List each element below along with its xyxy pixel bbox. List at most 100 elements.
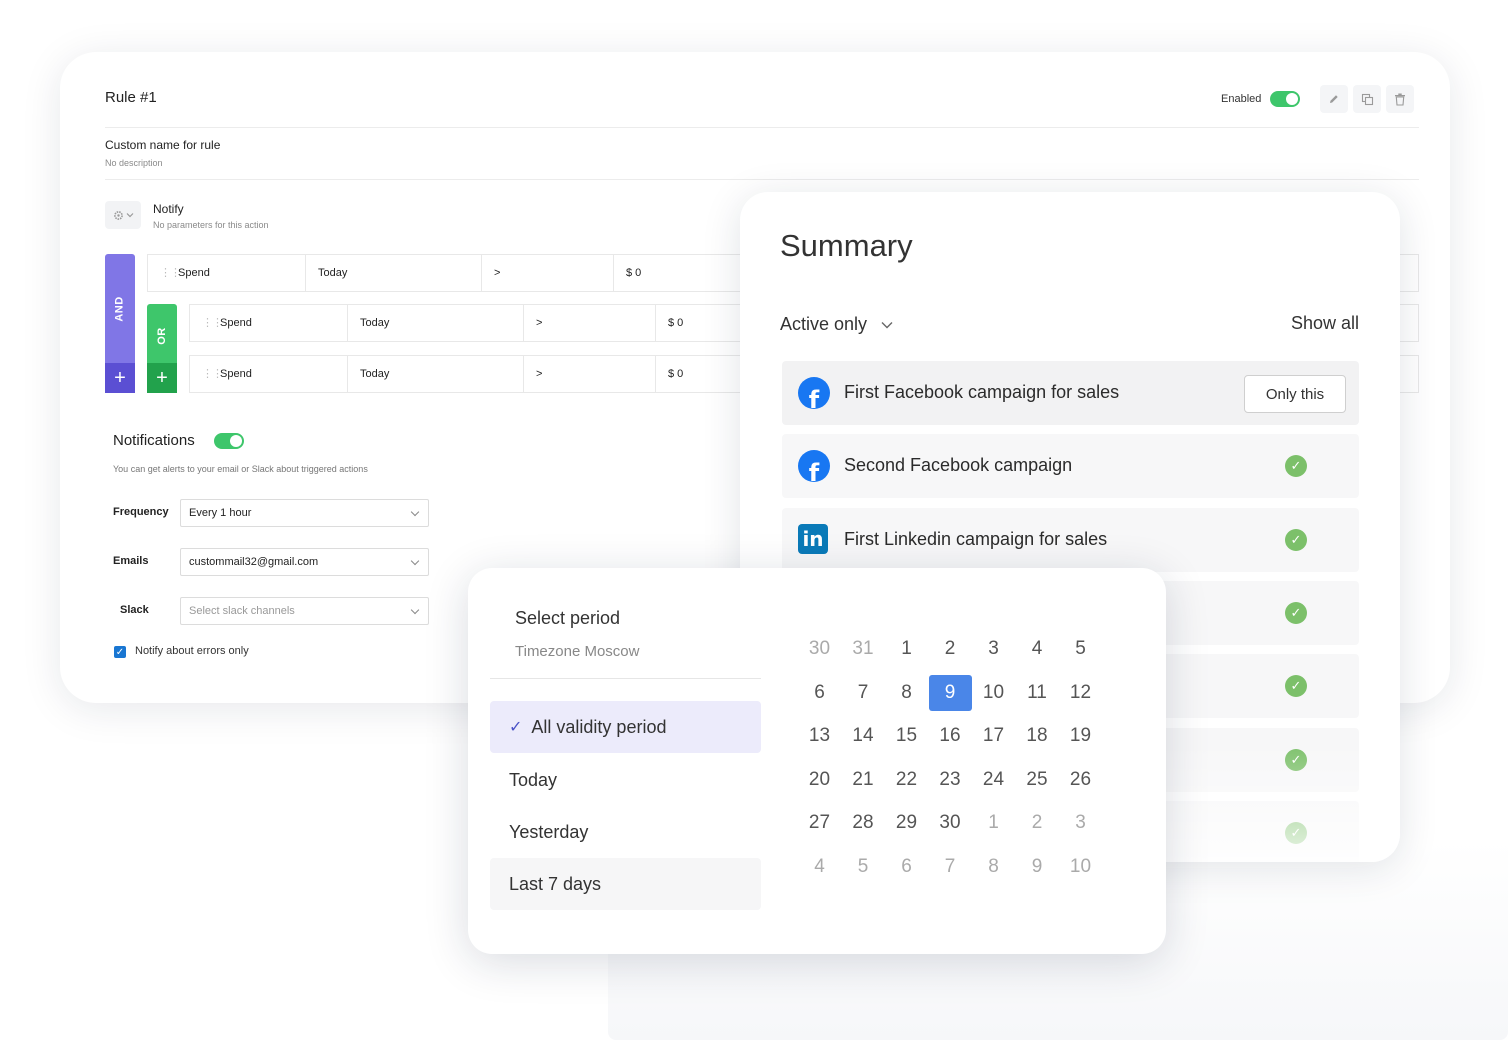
condition-period[interactable]: Today	[306, 255, 482, 291]
calendar-day[interactable]: 22	[885, 762, 928, 798]
only-this-button[interactable]: Only this	[1244, 375, 1346, 413]
calendar-day[interactable]: 25	[1016, 762, 1059, 798]
period-option-label: Today	[509, 769, 558, 790]
period-divider	[490, 678, 761, 679]
calendar-day[interactable]: 2	[929, 631, 972, 667]
calendar-day[interactable]: 23	[929, 762, 972, 798]
condition-operator[interactable]: >	[524, 356, 656, 392]
condition-metric[interactable]: ⋮⋮ Spend	[148, 255, 306, 291]
show-all-link[interactable]: Show all	[1291, 313, 1359, 334]
drag-handle-icon[interactable]: ⋮⋮	[160, 268, 181, 279]
duplicate-button[interactable]	[1353, 85, 1381, 113]
emails-select[interactable]: custommail32@gmail.com	[180, 548, 429, 576]
errors-only-checkbox[interactable]: ✓	[114, 646, 126, 658]
plus-icon: +	[156, 366, 168, 389]
linkedin-icon: in	[798, 524, 828, 554]
calendar-day[interactable]: 16	[929, 718, 972, 754]
frequency-value: Every 1 hour	[189, 507, 252, 519]
chevron-down-icon	[881, 321, 893, 328]
emails-value: custommail32@gmail.com	[189, 556, 319, 568]
active-check-icon: ✓	[1285, 602, 1307, 624]
calendar-day[interactable]: 28	[842, 805, 885, 841]
calendar-day[interactable]: 1	[972, 805, 1015, 841]
notifications-toggle[interactable]	[214, 433, 244, 449]
calendar-day[interactable]: 21	[842, 762, 885, 798]
period-option-last-7-days[interactable]: Last 7 days	[490, 858, 761, 910]
calendar-day[interactable]: 18	[1016, 718, 1059, 754]
checkmark-icon: ✓	[115, 646, 125, 658]
trash-icon	[1395, 93, 1405, 106]
drag-handle-icon[interactable]: ⋮⋮	[202, 369, 223, 380]
calendar-day[interactable]: 19	[1059, 718, 1102, 754]
calendar-day[interactable]: 8	[972, 849, 1015, 885]
active-check-icon: ✓	[1285, 749, 1307, 771]
calendar-day[interactable]: 2	[1016, 805, 1059, 841]
header-divider	[105, 127, 1419, 128]
calendar-day[interactable]: 30	[798, 631, 841, 667]
calendar-day[interactable]: 5	[1059, 631, 1102, 667]
notifications-title: Notifications	[113, 432, 195, 449]
rule-description[interactable]: No description	[105, 158, 163, 168]
facebook-icon: f	[798, 450, 830, 482]
calendar-day[interactable]: 4	[798, 849, 841, 885]
calendar-day[interactable]: 7	[842, 675, 885, 711]
frequency-select[interactable]: Every 1 hour	[180, 499, 429, 527]
delete-button[interactable]	[1386, 85, 1414, 113]
edit-button[interactable]	[1320, 85, 1348, 113]
period-option-label: All validity period	[531, 716, 667, 737]
add-or-condition-button[interactable]: +	[147, 363, 177, 393]
campaign-item[interactable]: in First Linkedin campaign for sales ✓	[782, 508, 1359, 572]
action-settings-button[interactable]	[105, 201, 141, 229]
calendar-day[interactable]: 30	[929, 805, 972, 841]
calendar-day[interactable]: 3	[972, 631, 1015, 667]
slack-select[interactable]: Select slack channels	[180, 597, 429, 625]
calendar-day[interactable]: 10	[1059, 849, 1102, 885]
calendar-day[interactable]: 29	[885, 805, 928, 841]
calendar-day[interactable]: 10	[972, 675, 1015, 711]
facebook-icon: f	[798, 377, 830, 409]
calendar-day[interactable]: 13	[798, 718, 841, 754]
active-check-icon: ✓	[1285, 675, 1307, 697]
calendar-day[interactable]: 9	[1016, 849, 1059, 885]
period-option-all[interactable]: ✓ All validity period	[490, 701, 761, 753]
condition-metric[interactable]: ⋮⋮ Spend	[190, 356, 348, 392]
drag-handle-icon[interactable]: ⋮⋮	[202, 318, 223, 329]
calendar-day[interactable]: 17	[972, 718, 1015, 754]
condition-operator[interactable]: >	[482, 255, 614, 291]
calendar-day[interactable]: 1	[885, 631, 928, 667]
active-check-icon: ✓	[1285, 529, 1307, 551]
period-option-yesterday[interactable]: Yesterday	[490, 806, 761, 858]
add-and-condition-button[interactable]: +	[105, 363, 135, 393]
condition-operator[interactable]: >	[524, 305, 656, 341]
period-option-label: Yesterday	[509, 821, 589, 842]
plus-icon: +	[114, 366, 126, 389]
calendar-day[interactable]: 4	[1016, 631, 1059, 667]
calendar-day[interactable]: 26	[1059, 762, 1102, 798]
calendar-day[interactable]: 6	[798, 675, 841, 711]
calendar-day[interactable]: 15	[885, 718, 928, 754]
campaign-item[interactable]: f First Facebook campaign for sales Only…	[782, 361, 1359, 425]
calendar-day[interactable]: 27	[798, 805, 841, 841]
rule-name[interactable]: Custom name for rule	[105, 138, 220, 152]
calendar-day[interactable]: 24	[972, 762, 1015, 798]
calendar-day[interactable]: 8	[885, 675, 928, 711]
calendar-day[interactable]: 14	[842, 718, 885, 754]
campaign-filter-dropdown[interactable]: Active only	[780, 314, 893, 335]
calendar-day[interactable]: 11	[1016, 675, 1059, 711]
rule-enabled-toggle[interactable]	[1270, 91, 1300, 107]
calendar-day[interactable]: 12	[1059, 675, 1102, 711]
calendar-day[interactable]: 31	[842, 631, 885, 667]
calendar-day[interactable]: 7	[929, 849, 972, 885]
condition-period[interactable]: Today	[348, 356, 524, 392]
condition-metric[interactable]: ⋮⋮ Spend	[190, 305, 348, 341]
calendar-day[interactable]: 6	[885, 849, 928, 885]
calendar-day[interactable]: 9	[928, 674, 972, 711]
period-option-today[interactable]: Today	[490, 754, 761, 806]
calendar-day[interactable]: 5	[842, 849, 885, 885]
campaign-item[interactable]: f Second Facebook campaign ✓	[782, 434, 1359, 498]
calendar-day[interactable]: 3	[1059, 805, 1102, 841]
copy-icon	[1361, 93, 1373, 105]
calendar-day[interactable]: 20	[798, 762, 841, 798]
period-title: Select period	[515, 608, 621, 628]
condition-period[interactable]: Today	[348, 305, 524, 341]
